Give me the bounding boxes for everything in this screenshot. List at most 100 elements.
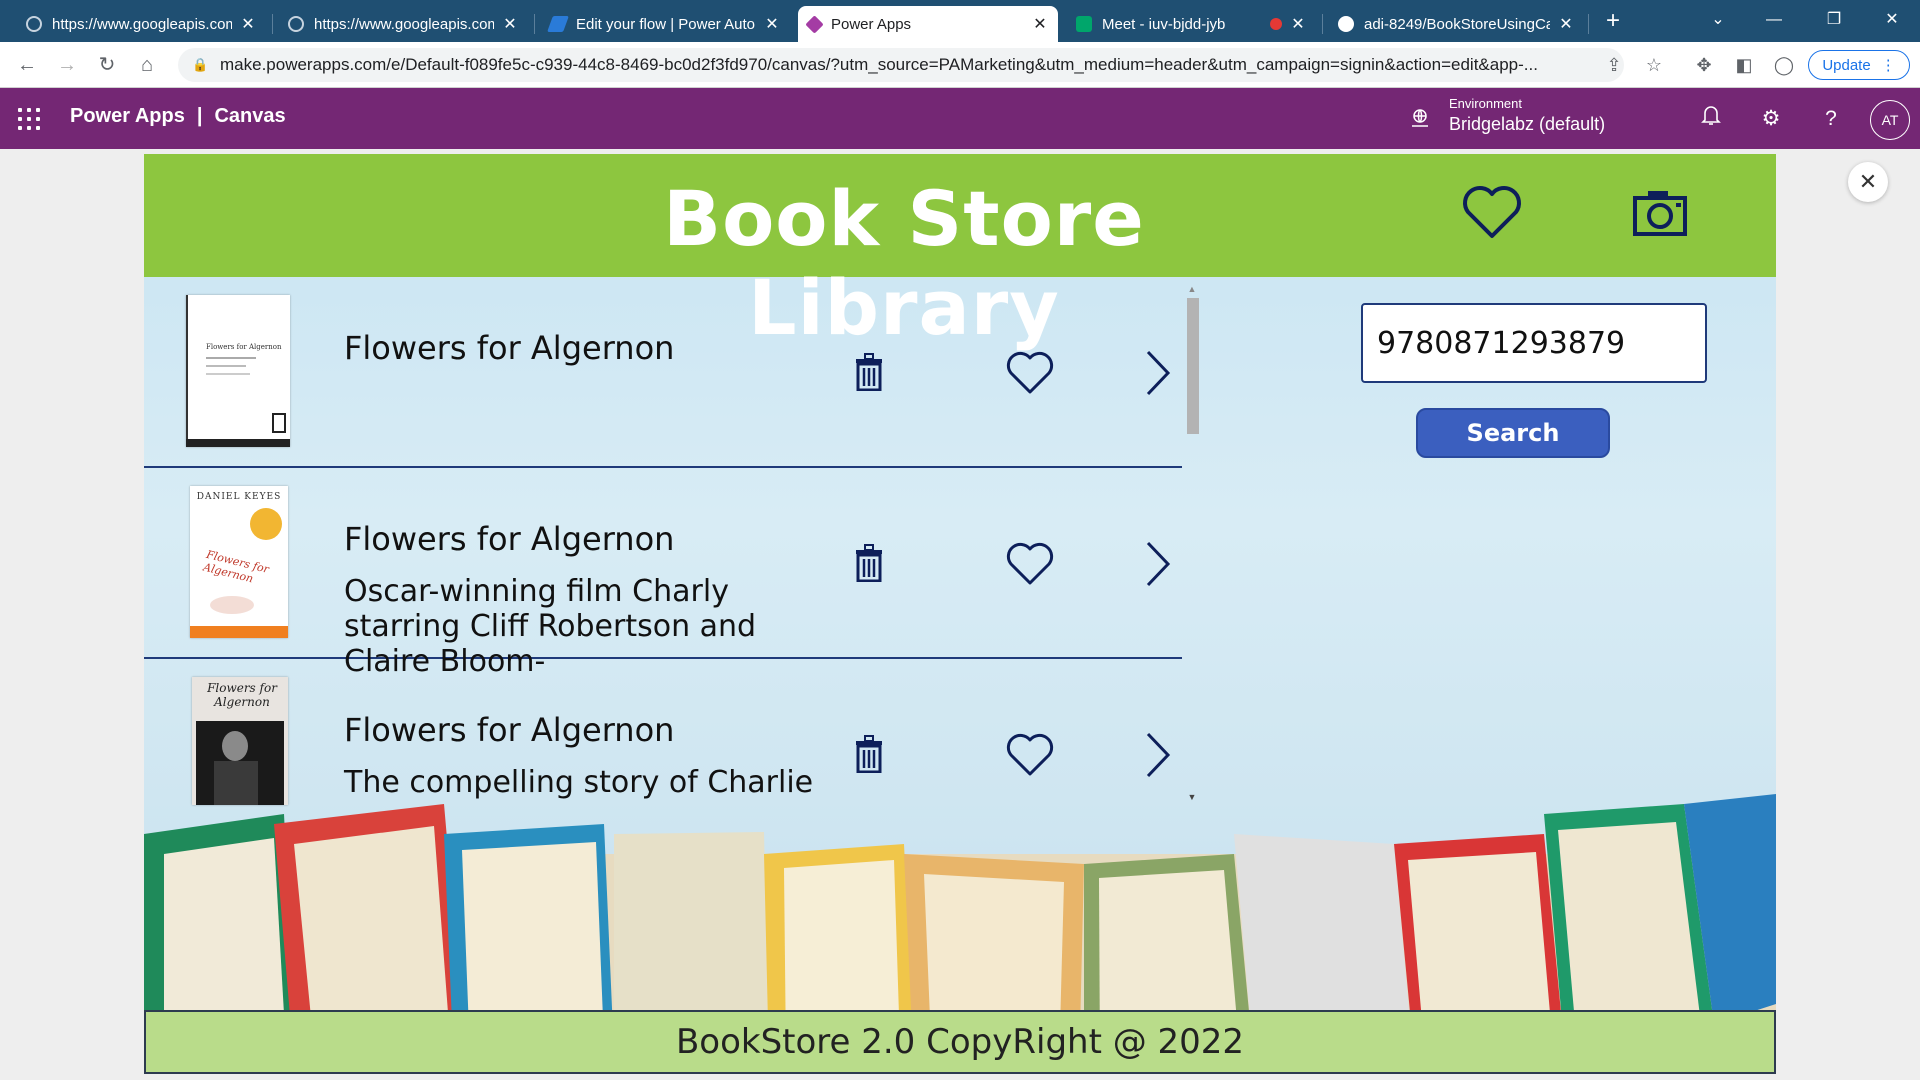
book-cover-image: Flowers for Algernon [186, 295, 290, 447]
power-apps-icon [805, 14, 824, 34]
close-preview-icon[interactable]: ✕ [1848, 162, 1888, 202]
book-title: Flowers for Algernon [344, 329, 675, 367]
scroll-down-arrow-icon[interactable]: ▼ [1184, 792, 1200, 804]
menu-kebab-icon: ⋮ [1880, 57, 1896, 74]
tab-divider [1588, 14, 1589, 34]
cover-author-text: DANIEL KEYES [196, 492, 282, 502]
back-arrow-icon[interactable]: ← [12, 50, 42, 80]
powerapps-brand[interactable]: Power Apps [70, 105, 185, 128]
globe-icon [288, 16, 304, 32]
cover-title-text: Flowers for Algernon [201, 547, 271, 586]
favorite-heart-icon[interactable] [1006, 733, 1054, 777]
book-cover-image: DANIEL KEYES Flowers for Algernon [190, 486, 288, 638]
notifications-bell-icon[interactable] [1696, 104, 1726, 134]
browser-tab-3[interactable]: Edit your flow | Power Automate ✕ [540, 6, 790, 42]
book-cover-image: Flowers for Algernon [192, 677, 288, 805]
favorite-heart-icon[interactable] [1006, 542, 1054, 586]
lock-icon: 🔒 [192, 57, 209, 72]
browser-tab-strip: https://www.googleapis.com ✕ https://www… [0, 0, 1920, 42]
favorites-heart-icon[interactable] [1462, 184, 1522, 240]
browser-tab-1[interactable]: https://www.googleapis.com ✕ [16, 6, 266, 42]
close-tab-icon[interactable]: ✕ [1032, 14, 1048, 34]
close-tab-icon[interactable]: ✕ [1290, 14, 1306, 34]
canvas-section[interactable]: Canvas [214, 105, 285, 128]
address-bar[interactable]: 🔒 make.powerapps.com/e/Default-f089fe5c-… [178, 48, 1624, 82]
browser-toolbar: ← → ↻ ⌂ 🔒 make.powerapps.com/e/Default-f… [0, 42, 1920, 88]
settings-gear-icon[interactable]: ⚙ [1756, 104, 1786, 134]
isbn-search-input[interactable] [1361, 303, 1707, 383]
scrollbar-thumb[interactable] [1187, 298, 1199, 434]
globe-icon [26, 16, 42, 32]
close-tab-icon[interactable]: ✕ [1558, 14, 1574, 34]
delete-trash-icon[interactable] [854, 544, 884, 582]
delete-trash-icon[interactable] [854, 735, 884, 773]
close-tab-icon[interactable]: ✕ [764, 14, 780, 34]
new-tab-plus-icon[interactable]: + [1598, 6, 1628, 36]
books-gallery: Flowers for Algernon Flowers for Algerno… [144, 277, 1184, 807]
browser-tab-4-active[interactable]: Power Apps ✕ [798, 6, 1058, 42]
powerapps-header: Power Apps | Canvas Environment Bridgela… [0, 88, 1920, 149]
recording-dot-icon [1270, 18, 1282, 30]
powerapps-breadcrumb: Power Apps | Canvas [70, 105, 286, 128]
tab-title: Edit your flow | Power Automate [576, 15, 756, 33]
gallery-row-1[interactable]: Flowers for Algernon Flowers for Algerno… [144, 277, 1182, 468]
environment-globe-icon[interactable] [1408, 106, 1432, 130]
browser-tab-5[interactable]: Meet - iuv-bjdd-jyb ✕ [1066, 6, 1316, 42]
side-panel-icon[interactable]: ◧ [1730, 50, 1758, 80]
tab-divider [272, 14, 273, 34]
gallery-scrollbar[interactable]: ▲ ▼ [1184, 284, 1200, 804]
tab-search-chevron-icon[interactable]: ⌄ [1690, 0, 1746, 42]
update-button[interactable]: Update ⋮ [1808, 50, 1910, 80]
book-title: Flowers for Algernon [344, 520, 675, 558]
url-text[interactable]: make.powerapps.com/e/Default-f089fe5c-c9… [220, 55, 1624, 75]
reload-icon[interactable]: ↻ [92, 50, 122, 80]
book-title: Flowers for Algernon [344, 711, 675, 749]
close-tab-icon[interactable]: ✕ [240, 14, 256, 34]
search-button[interactable]: Search [1416, 408, 1610, 458]
chevron-right-icon[interactable] [1144, 540, 1172, 588]
breadcrumb-separator: | [196, 105, 203, 127]
github-icon [1338, 16, 1354, 32]
app-footer: BookStore 2.0 CopyRight @ 2022 [144, 1010, 1776, 1074]
tab-divider [534, 14, 535, 34]
close-tab-icon[interactable]: ✕ [502, 14, 518, 34]
window-close-icon[interactable]: ✕ [1864, 0, 1920, 42]
gallery-row-3[interactable]: Flowers for Algernon Flowers for Algerno… [144, 659, 1182, 807]
chevron-right-icon[interactable] [1144, 731, 1172, 779]
minimize-icon[interactable]: — [1746, 0, 1802, 42]
extensions-puzzle-icon[interactable]: ✥ [1690, 50, 1718, 80]
app-header-bar: Book Store Library [144, 154, 1776, 352]
profile-icon[interactable]: ◯ [1770, 50, 1798, 80]
gallery-row-2[interactable]: DANIEL KEYES Flowers for Algernon Flower… [144, 468, 1182, 679]
chevron-right-icon[interactable] [1144, 349, 1172, 397]
home-icon[interactable]: ⌂ [132, 50, 162, 80]
browser-tab-6[interactable]: adi-8249/BookStoreUsingCanvas ✕ [1328, 6, 1584, 42]
user-avatar[interactable]: AT [1870, 100, 1910, 140]
google-meet-icon [1076, 16, 1092, 32]
cover-title-text: Flowers for Algernon [206, 343, 282, 351]
tab-divider [1322, 14, 1323, 34]
restore-icon[interactable]: ❐ [1806, 0, 1862, 42]
tab-title: https://www.googleapis.com [314, 15, 494, 33]
bookmark-star-icon[interactable]: ☆ [1640, 50, 1668, 80]
tab-title: adi-8249/BookStoreUsingCanvas [1364, 15, 1550, 33]
help-question-icon[interactable]: ? [1816, 104, 1846, 134]
delete-trash-icon[interactable] [854, 353, 884, 391]
update-label: Update [1822, 56, 1871, 74]
favorite-heart-icon[interactable] [1006, 351, 1054, 395]
environment-label: Environment [1449, 96, 1522, 111]
tab-title: Meet - iuv-bjdd-jyb [1102, 15, 1226, 33]
camera-icon[interactable] [1632, 188, 1688, 238]
browser-tab-2[interactable]: https://www.googleapis.com ✕ [278, 6, 528, 42]
environment-selector[interactable]: Bridgelabz (default) [1449, 114, 1605, 135]
tab-title: Power Apps [831, 15, 912, 33]
scroll-up-arrow-icon[interactable]: ▲ [1184, 284, 1200, 296]
cover-title-text: Flowers for Algernon [207, 681, 277, 709]
book-description: The compelling story of Charlie [344, 765, 814, 800]
app-launcher-waffle-icon[interactable] [18, 108, 40, 130]
forward-arrow-icon[interactable]: → [52, 50, 82, 80]
share-icon[interactable]: ⇪ [1600, 50, 1628, 80]
canvas-app-screen: Book Store Library Flowers for Algernon … [144, 154, 1776, 1074]
power-automate-icon [547, 16, 569, 32]
tab-title: https://www.googleapis.com [52, 15, 232, 33]
